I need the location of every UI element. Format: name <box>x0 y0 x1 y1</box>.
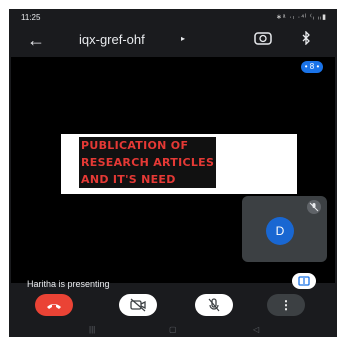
slide-line: RESEARCH ARTICLES <box>81 156 215 169</box>
mic-off-icon <box>307 200 321 214</box>
more-options-button[interactable]: ⋮ <box>267 294 305 316</box>
status-time: 11:25 <box>21 13 41 22</box>
camera-toggle-button[interactable] <box>119 294 157 316</box>
hangup-button[interactable] <box>35 294 73 316</box>
presentation-stage: • 8 • PUBLICATION OF RESEARCH ARTICLES A… <box>11 57 335 283</box>
camera-off-icon <box>130 298 146 312</box>
back-icon[interactable]: ◁ <box>253 325 259 334</box>
camera-switch-icon[interactable] <box>254 31 272 50</box>
shared-slide: PUBLICATION OF RESEARCH ARTICLES AND IT'… <box>61 134 297 194</box>
mic-off-icon <box>208 298 220 312</box>
phone-screen: 11:25 ∗ᵃ ·ₗ ·⁴ˡ ⁽ᵢ ᵢᵢ▮ ← iqx-gref-ohf ▸ … <box>9 9 337 337</box>
home-icon[interactable]: ▢ <box>169 325 177 334</box>
avatar: D <box>266 217 294 245</box>
self-video-tile[interactable]: D <box>242 196 327 262</box>
slide-line: PUBLICATION OF <box>81 139 189 152</box>
phone-hangup-icon <box>47 304 61 309</box>
back-arrow-icon[interactable]: ← <box>27 29 45 51</box>
mic-toggle-button[interactable] <box>195 294 233 316</box>
android-nav-bar: ||| ▢ ◁ <box>9 323 337 337</box>
meeting-info-caret-icon[interactable]: ▸ <box>181 34 185 43</box>
bluetooth-icon[interactable] <box>301 30 311 48</box>
slide-title: PUBLICATION OF RESEARCH ARTICLES AND IT'… <box>79 137 217 188</box>
meeting-code[interactable]: iqx-gref-ohf <box>79 32 145 47</box>
present-toggle-button[interactable] <box>292 273 316 289</box>
call-controls: ⋮ <box>9 294 337 320</box>
status-bar: 11:25 ∗ᵃ ·ₗ ·⁴ˡ ⁽ᵢ ᵢᵢ▮ <box>9 9 337 27</box>
presenting-label: Haritha is presenting <box>27 279 110 289</box>
meeting-header: ← iqx-gref-ohf ▸ <box>9 27 337 57</box>
recent-apps-icon[interactable]: ||| <box>89 325 95 334</box>
status-icons: ∗ᵃ ·ₗ ·⁴ˡ ⁽ᵢ ᵢᵢ▮ <box>275 14 327 21</box>
slide-line: AND IT'S NEED <box>81 173 176 186</box>
participants-badge[interactable]: • 8 • <box>301 61 323 73</box>
